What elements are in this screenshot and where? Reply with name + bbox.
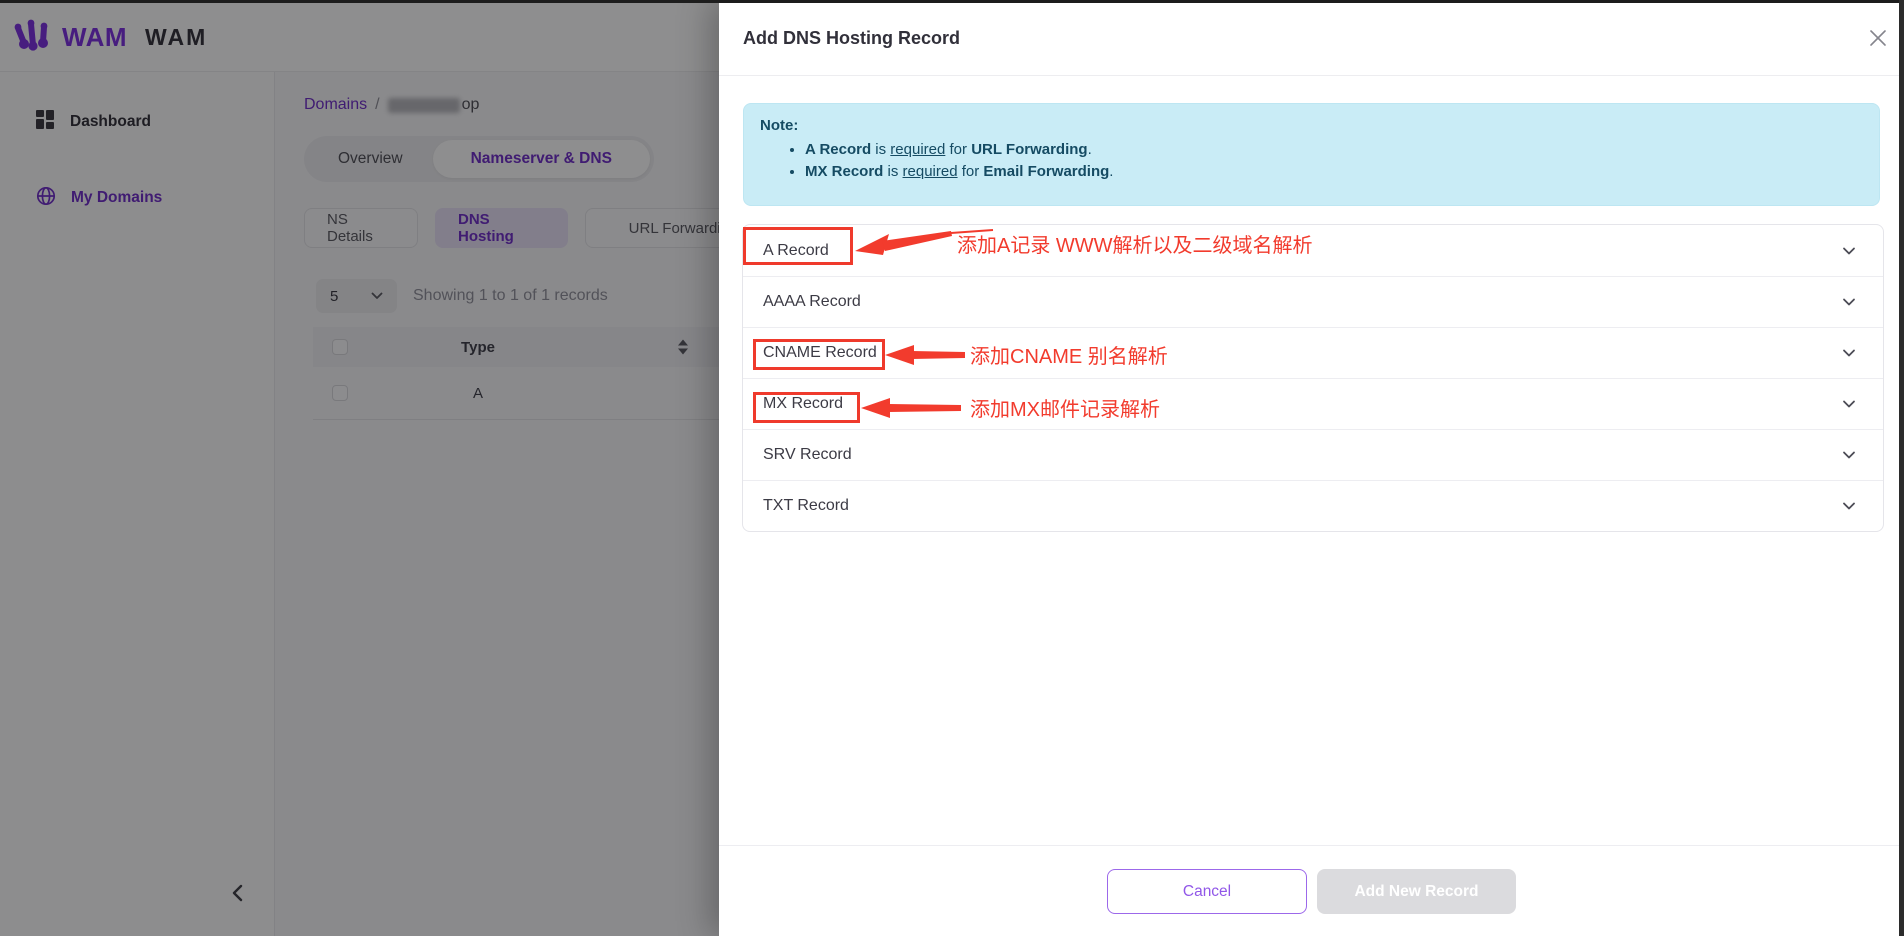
annotation-text-mx-record: 添加MX邮件记录解析 (970, 393, 1160, 422)
modal-header: Add DNS Hosting Record (719, 0, 1904, 76)
window-right-edge (1899, 0, 1904, 936)
close-button[interactable] (1866, 26, 1890, 50)
chevron-down-icon (1841, 345, 1857, 361)
chevron-down-icon (1841, 396, 1857, 412)
footer-divider (719, 845, 1904, 846)
annotation-highlight-cname-record (753, 339, 885, 370)
modal-footer: Cancel Add New Record (719, 869, 1904, 914)
add-new-record-button[interactable]: Add New Record (1317, 869, 1516, 914)
note-item: MX Record is required for Email Forwardi… (805, 163, 1863, 180)
annotation-text-a-record: 添加A记录 WWW解析以及二级域名解析 (957, 229, 1313, 258)
chevron-down-icon (1841, 498, 1857, 514)
note-callout: Note: A Record is required for URL Forwa… (743, 103, 1880, 206)
close-icon (1869, 29, 1887, 47)
note-item: A Record is required for URL Forwarding. (805, 141, 1863, 158)
modal-title: Add DNS Hosting Record (743, 0, 960, 76)
note-heading: Note: (760, 117, 1863, 134)
annotation-arrow-cname-record (885, 343, 967, 367)
add-dns-record-modal: Add DNS Hosting Record Note: A Record is… (719, 0, 1904, 936)
chevron-down-icon (1841, 243, 1857, 259)
record-type-accordion: A Record AAAA Record CNAME Record MX Rec… (742, 224, 1884, 532)
chevron-down-icon (1841, 294, 1857, 310)
annotation-highlight-a-record (743, 227, 853, 265)
annotation-text-cname-record: 添加CNAME 别名解析 (970, 340, 1168, 369)
accordion-row-srv-record[interactable]: SRV Record (743, 429, 1883, 480)
annotation-arrow-mx-record (861, 396, 963, 420)
window-top-edge (0, 0, 1904, 3)
annotation-highlight-mx-record (753, 392, 860, 423)
chevron-down-icon (1841, 447, 1857, 463)
accordion-row-aaaa-record[interactable]: AAAA Record (743, 276, 1883, 327)
cancel-button[interactable]: Cancel (1107, 869, 1307, 914)
accordion-row-txt-record[interactable]: TXT Record (743, 480, 1883, 531)
note-list: A Record is required for URL Forwarding.… (760, 141, 1863, 180)
